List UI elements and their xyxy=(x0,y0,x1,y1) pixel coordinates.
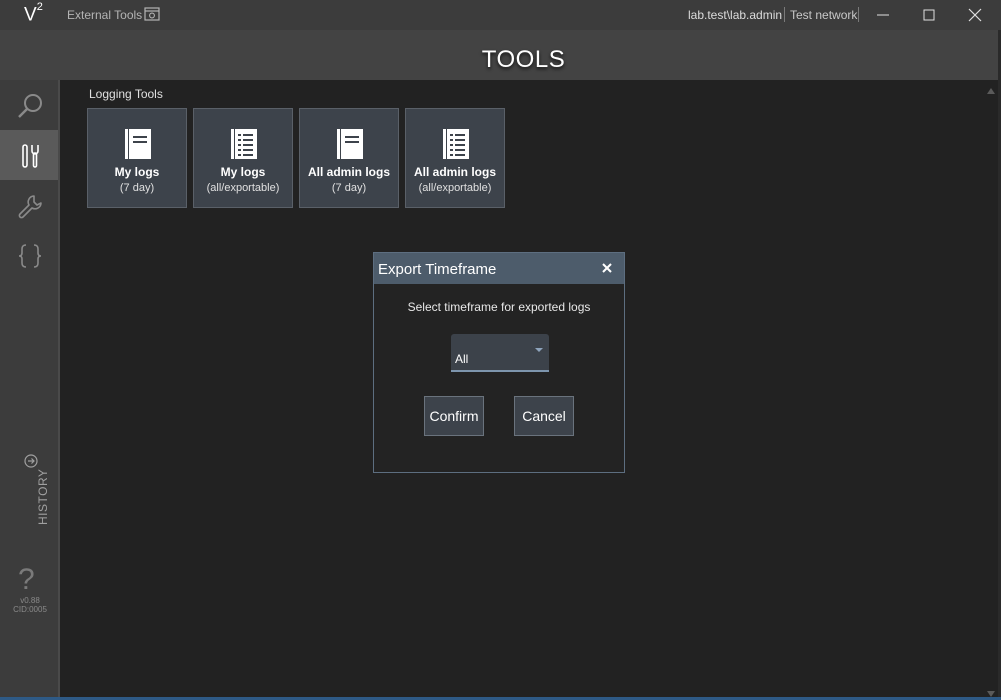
section-title: Logging Tools xyxy=(89,87,163,101)
page-title: TOOLS xyxy=(481,46,566,73)
timeframe-select[interactable]: All xyxy=(451,334,549,372)
sidebar-divider xyxy=(58,80,60,697)
dialog-close-button[interactable] xyxy=(600,261,614,275)
tile-title: All admin logs xyxy=(307,165,390,179)
current-user: lab.test\lab.admin xyxy=(688,8,783,22)
tile-subtitle: (all/exportable) xyxy=(206,182,280,194)
sidebar-item-tools[interactable] xyxy=(0,130,58,180)
tile-subtitle: (7 day) xyxy=(119,182,155,194)
dialog-title: Export Timeframe xyxy=(378,261,497,278)
confirm-button[interactable]: Confirm xyxy=(424,396,484,436)
dialog-message: Select timeframe for exported logs xyxy=(407,300,591,314)
chevron-down-icon xyxy=(535,348,543,352)
app-logo: V2 xyxy=(24,1,43,26)
triangle-up-icon xyxy=(987,88,995,94)
external-tools-label[interactable]: External Tools xyxy=(67,8,142,22)
maximize-icon xyxy=(923,9,935,21)
braces-icon xyxy=(18,244,42,268)
cancel-button[interactable]: Cancel xyxy=(514,396,574,436)
scroll-down-arrow[interactable] xyxy=(986,686,996,697)
export-timeframe-dialog: Export Timeframe Select timeframe for ex… xyxy=(373,252,625,473)
list-document-icon xyxy=(443,129,469,159)
tile-my-logs-7day[interactable]: My logs (7 day) xyxy=(87,108,187,208)
minimize-icon xyxy=(877,14,889,16)
sidebar-item-settings[interactable] xyxy=(0,180,58,230)
sidebar-item-search[interactable] xyxy=(0,80,58,130)
close-icon xyxy=(602,263,612,273)
search-icon xyxy=(18,94,42,118)
tile-admin-logs-all[interactable]: All admin logs (all/exportable) xyxy=(405,108,505,208)
tile-title: My logs xyxy=(220,165,266,179)
tile-subtitle: (7 day) xyxy=(331,182,367,194)
scroll-up-arrow[interactable] xyxy=(986,83,996,94)
wrench-icon xyxy=(18,195,42,219)
network-label: Test network xyxy=(790,8,858,22)
close-icon xyxy=(968,8,982,22)
maximize-button[interactable] xyxy=(906,0,952,30)
help-icon[interactable]: ? xyxy=(18,563,35,597)
document-icon xyxy=(125,129,151,159)
tile-subtitle: (all/exportable) xyxy=(418,182,492,194)
version-number: v0.88 xyxy=(20,596,40,605)
page-header: TOOLS xyxy=(0,30,1001,80)
minimize-button[interactable] xyxy=(860,0,906,30)
history-label[interactable]: HISTORY xyxy=(36,469,50,525)
tile-admin-logs-7day[interactable]: All admin logs (7 day) xyxy=(299,108,399,208)
client-id: CID:0005 xyxy=(13,605,47,614)
tile-my-logs-all[interactable]: My logs (all/exportable) xyxy=(193,108,293,208)
separator xyxy=(784,7,785,22)
dialog-header: Export Timeframe xyxy=(374,253,624,284)
list-document-icon xyxy=(231,129,257,159)
tools-icon xyxy=(22,144,39,168)
tile-title: All admin logs xyxy=(413,165,496,179)
arrow-circle-right-icon xyxy=(24,454,38,468)
version-info: v0.88 CID:0005 xyxy=(10,596,50,614)
sidebar-item-scripts[interactable] xyxy=(0,230,58,280)
separator xyxy=(858,7,859,22)
close-window-button[interactable] xyxy=(952,0,998,30)
external-tools-icon[interactable] xyxy=(144,7,160,21)
tile-title: My logs xyxy=(114,165,160,179)
title-bar: V2 External Tools lab.test\lab.admin Tes… xyxy=(0,0,1001,30)
timeframe-select-value: All xyxy=(455,352,469,366)
document-icon xyxy=(337,129,363,159)
